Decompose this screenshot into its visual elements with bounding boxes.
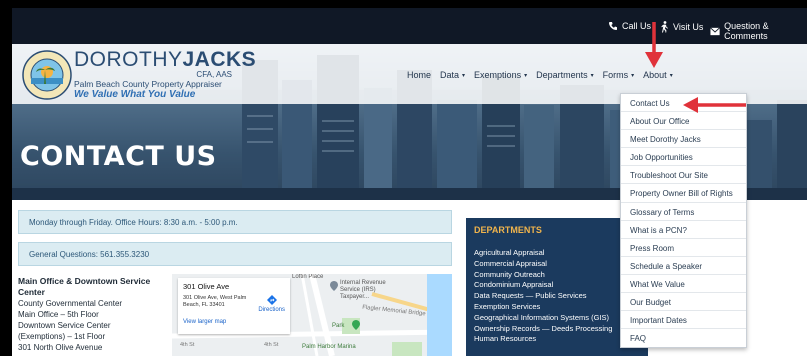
menu-item-what-is-a-pcn[interactable]: What is a PCN? (621, 221, 746, 239)
chevron-down-icon: ▾ (669, 72, 673, 79)
nav-data[interactable]: Data ▾ (440, 70, 465, 80)
embedded-map[interactable]: 301 Olive Ave 301 Olive Ave, West Palm B… (172, 274, 452, 356)
main-office-heading-line2: Center (18, 287, 45, 297)
address-line: (Exemptions) – 1st Floor (18, 332, 106, 341)
map-label-park: Park (332, 323, 345, 329)
address-line: County Governmental Center (18, 299, 123, 308)
nav-departments-label: Departments (536, 70, 588, 80)
menu-item-schedule-a-speaker[interactable]: Schedule a Speaker (621, 257, 746, 275)
about-dropdown-menu: Contact Us About Our Office Meet Dorothy… (620, 93, 747, 349)
menu-item-troubleshoot-our-site[interactable]: Troubleshoot Our Site (621, 166, 746, 185)
county-seal-logo[interactable] (22, 50, 72, 100)
departments-title: DEPARTMENTS (474, 225, 542, 235)
directions-label: Directions (258, 307, 285, 313)
question-comments-link[interactable]: Question & Comments (710, 21, 807, 41)
annotation-arrow-left (683, 97, 746, 113)
menu-item-meet-dorothy-jacks[interactable]: Meet Dorothy Jacks (621, 130, 746, 149)
address-line: Main Office – 5th Floor (18, 310, 99, 319)
visit-us-label: Visit Us (673, 22, 704, 32)
chevron-down-icon: ▾ (524, 72, 528, 79)
nav-home[interactable]: Home (407, 70, 431, 80)
brand-subtitle: Palm Beach County Property Appraiser (74, 79, 222, 89)
menu-item-our-budget[interactable]: Our Budget (621, 293, 746, 312)
map-directions[interactable]: Directions (258, 295, 285, 313)
visit-us-link[interactable]: Visit Us (660, 21, 703, 33)
directions-icon (266, 295, 277, 305)
map-label-street: 4th St (180, 342, 195, 348)
phone-icon (609, 22, 617, 30)
menu-item-job-opportunities[interactable]: Job Opportunities (621, 148, 746, 167)
menu-item-what-we-value[interactable]: What We Value (621, 275, 746, 294)
menu-item-property-owner-bill-of-rights[interactable]: Property Owner Bill of Rights (621, 184, 746, 203)
nav-exemptions[interactable]: Exemptions ▾ (474, 70, 527, 80)
nav-about-label: About (643, 70, 667, 80)
general-questions-box: General Questions: 561.355.3230 (18, 242, 452, 266)
park-pin-icon (352, 320, 360, 330)
annotation-arrow-down (645, 22, 663, 68)
address-line: Downtown Service Center (18, 321, 111, 330)
utility-bar: Call Us Visit Us Question & Comments (12, 8, 807, 44)
map-label-place: Loftin Place (292, 274, 324, 280)
office-hours-box: Monday through Friday. Office Hours: 8:3… (18, 210, 452, 234)
nav-home-label: Home (407, 70, 432, 80)
brand-tagline: We Value What You Value (74, 89, 196, 100)
nav-forms[interactable]: Forms ▾ (603, 70, 635, 80)
brand-block[interactable]: DOROTHYJACKS CFA, AAS Palm Beach County … (74, 48, 257, 101)
nav-data-label: Data (440, 70, 460, 80)
main-office-heading: Main Office & Downtown Service Center (18, 276, 166, 298)
chevron-down-icon: ▾ (631, 72, 635, 79)
envelope-icon (710, 26, 720, 35)
main-office-heading-line1: Main Office & Downtown Service (18, 276, 151, 286)
view-larger-map-link[interactable]: View larger map (183, 319, 285, 325)
map-pin-icon (330, 281, 338, 291)
nav-departments[interactable]: Departments ▾ (536, 70, 594, 80)
menu-item-faq[interactable]: FAQ (621, 329, 746, 347)
map-place-address: 301 Olive Ave, West Palm Beach, FL 33401 (183, 295, 247, 308)
main-office-address: Main Office & Downtown Service Center Co… (18, 276, 166, 353)
nav-about[interactable]: About ▾ (643, 70, 673, 80)
nav-exemptions-label: Exemptions (474, 70, 522, 80)
nav-forms-label: Forms (602, 70, 629, 80)
browser-viewport: Call Us Visit Us Question & Comments DOR… (12, 8, 807, 356)
menu-item-important-dates[interactable]: Important Dates (621, 311, 746, 330)
chevron-down-icon: ▾ (590, 72, 594, 79)
menu-item-glossary-of-terms[interactable]: Glossary of Terms (621, 203, 746, 221)
question-comments-label: Question & Comments (724, 21, 769, 41)
map-label-irs: Internal Revenue Service (IRS) Taxpayer.… (340, 280, 386, 300)
map-place-title: 301 Olive Ave (183, 282, 230, 291)
page-title: CONTACT US (20, 141, 217, 172)
menu-item-press-room[interactable]: Press Room (621, 239, 746, 257)
map-label-marina: Palm Harbor Marina (302, 344, 356, 350)
main-nav: Home Data ▾ Exemptions ▾ Departments ▾ Form… (407, 70, 673, 80)
address-line: 301 North Olive Avenue (18, 343, 103, 352)
brand-name: DOROTHYJACKS (74, 48, 257, 71)
chevron-down-icon: ▾ (462, 72, 466, 79)
map-info-card: 301 Olive Ave 301 Olive Ave, West Palm B… (178, 278, 290, 334)
map-label-street: 4th St (264, 342, 279, 348)
brand-credentials: CFA, AAS (196, 70, 232, 79)
